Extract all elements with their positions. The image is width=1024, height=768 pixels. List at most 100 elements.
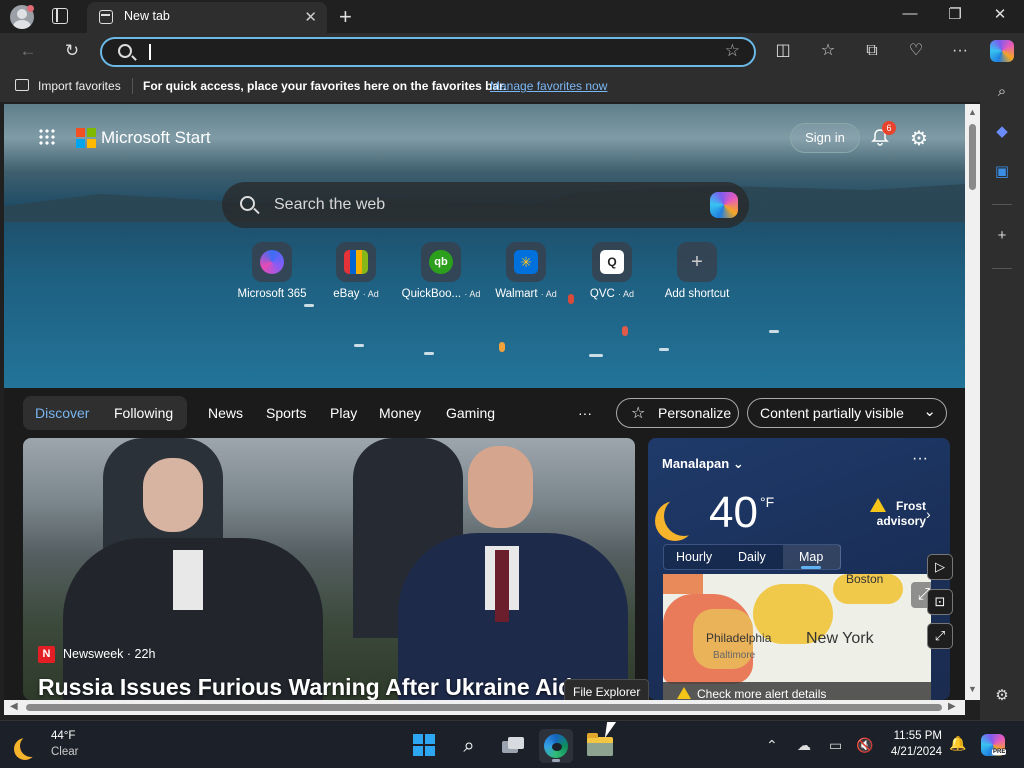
favorite-star-icon[interactable]: ☆ bbox=[725, 41, 740, 61]
tab-daily[interactable]: Daily bbox=[738, 550, 766, 564]
tab-discover[interactable]: Discover bbox=[35, 405, 89, 421]
outlook-icon[interactable]: ▣ bbox=[992, 162, 1012, 182]
sign-in-button[interactable]: Sign in bbox=[790, 123, 860, 153]
search-icon[interactable]: ⌕ bbox=[452, 729, 486, 763]
shortcut-plus[interactable]: + Add shortcut bbox=[652, 242, 742, 300]
edge-sidebar: ⌕ ◆ ▣ + ⚙ bbox=[980, 70, 1024, 720]
manage-favorites-link[interactable]: Manage favorites now bbox=[490, 79, 607, 93]
shortcut-tile bbox=[336, 242, 376, 282]
tab-money[interactable]: Money bbox=[379, 405, 421, 421]
weather-card[interactable]: Manalapan ⌄ ··· 40 °F Frost advisory › H… bbox=[648, 438, 950, 700]
weather-map[interactable]: Boston Philadelphia Baltimore New York ⤢… bbox=[663, 574, 931, 700]
boat bbox=[769, 330, 779, 333]
taskbar-condition[interactable]: Clear bbox=[51, 746, 78, 758]
more-options-icon[interactable]: ··· bbox=[578, 405, 592, 421]
refresh-icon[interactable]: ↻ bbox=[61, 40, 83, 62]
navigation-bar: ← ↻ ☆ ◫ ☆ ⧉ ♡ ··· bbox=[0, 33, 1024, 70]
favorites-icon[interactable]: ☆ bbox=[817, 40, 839, 62]
split-screen-icon[interactable]: ◫ bbox=[772, 40, 794, 62]
play-icon[interactable]: ▷ bbox=[927, 554, 953, 580]
address-bar[interactable]: ☆ bbox=[100, 37, 756, 67]
news-card[interactable]: N Newsweek · 22h Russia Issues Furious W… bbox=[23, 438, 635, 700]
task-view-icon[interactable] bbox=[496, 729, 530, 763]
tab-news[interactable]: News bbox=[208, 405, 243, 421]
taskbar: 44°F Clear ⌕ ⌃ ☁ ▭ 🔇 11:55 PM 4/21/2024 … bbox=[0, 720, 1024, 768]
content-visibility-dropdown[interactable]: Content partially visible ⌄ bbox=[747, 398, 947, 428]
fullscreen-icon[interactable]: ⤢ bbox=[927, 623, 953, 649]
taskbar-temperature[interactable]: 44°F bbox=[51, 730, 75, 742]
copilot-icon[interactable] bbox=[710, 192, 738, 218]
add-icon[interactable]: + bbox=[992, 226, 1012, 246]
gear-icon[interactable]: ⚙ bbox=[910, 126, 928, 151]
copilot-icon[interactable] bbox=[990, 40, 1014, 62]
tab-title: New tab bbox=[124, 9, 170, 23]
new-tab-button[interactable]: + bbox=[339, 4, 352, 30]
collections-icon[interactable]: ⧉ bbox=[861, 40, 883, 62]
edge-taskbar-button[interactable] bbox=[539, 729, 573, 763]
settings-more-icon[interactable]: ··· bbox=[949, 40, 971, 62]
shortcut-walmart[interactable]: ✳ Walmart · Ad bbox=[481, 242, 571, 300]
brand-title[interactable]: Microsoft Start bbox=[101, 128, 211, 148]
scroll-up-icon[interactable]: ▲ bbox=[968, 107, 977, 117]
onedrive-cloud-icon[interactable]: ☁ bbox=[797, 737, 811, 754]
web-search-input[interactable] bbox=[274, 194, 674, 216]
tab-actions-icon[interactable] bbox=[52, 8, 68, 24]
windows-start-icon[interactable] bbox=[413, 734, 435, 756]
scroll-down-icon[interactable]: ▼ bbox=[968, 684, 977, 694]
news-image-figure bbox=[173, 550, 203, 610]
tab-sports[interactable]: Sports bbox=[266, 405, 306, 421]
alert-details-bar[interactable]: Check more alert details bbox=[663, 682, 931, 700]
map-layers-icon[interactable]: ⊡ bbox=[927, 589, 953, 615]
scrollbar-thumb[interactable] bbox=[969, 124, 976, 190]
chevron-up-icon[interactable]: ⌃ bbox=[766, 737, 778, 754]
tab-new-tab[interactable]: New tab ✕ bbox=[87, 2, 327, 33]
clock-time[interactable]: 11:55 PM bbox=[888, 730, 942, 742]
shortcut-label: Add shortcut bbox=[652, 288, 742, 300]
shortcut-microsoft-365[interactable]: Microsoft 365 bbox=[227, 242, 317, 300]
personalize-button[interactable]: ☆ Personalize bbox=[616, 398, 739, 428]
web-search-box[interactable] bbox=[222, 182, 749, 228]
shortcut-ebay[interactable]: eBay · Ad bbox=[311, 242, 401, 300]
app-launcher-icon[interactable] bbox=[38, 128, 56, 146]
walmart-icon: ✳ bbox=[514, 250, 538, 274]
news-image-figure bbox=[495, 550, 509, 622]
address-input[interactable] bbox=[148, 41, 708, 63]
weather-moon-icon[interactable] bbox=[20, 735, 42, 757]
restore-button[interactable]: ❐ bbox=[943, 5, 967, 27]
back-arrow-icon[interactable]: ← bbox=[17, 40, 39, 62]
speaker-muted-icon[interactable]: 🔇 bbox=[856, 737, 873, 754]
scrollbar-thumb[interactable] bbox=[26, 704, 942, 711]
more-options-icon[interactable]: ··· bbox=[912, 450, 928, 468]
shortcut-qvc[interactable]: Q QVC · Ad bbox=[567, 242, 657, 300]
shortcut-quickbooks[interactable]: qb QuickBoo... · Ad bbox=[396, 242, 486, 300]
network-icon[interactable]: ▭ bbox=[829, 737, 842, 754]
close-tab-icon[interactable]: ✕ bbox=[304, 8, 317, 26]
notification-bell-icon[interactable]: 🔔 bbox=[949, 735, 966, 752]
close-window-button[interactable]: ✕ bbox=[988, 5, 1012, 27]
ad-label: · Ad bbox=[618, 289, 635, 299]
tab-gaming[interactable]: Gaming bbox=[446, 405, 495, 421]
copilot-sidebar-icon[interactable]: ◆ bbox=[992, 122, 1012, 142]
search-icon[interactable]: ⌕ bbox=[992, 82, 1012, 102]
weather-alert[interactable]: Frost advisory bbox=[872, 499, 926, 529]
scroll-left-icon[interactable]: ◀ bbox=[10, 701, 18, 712]
minimize-button[interactable]: — bbox=[898, 5, 922, 27]
tab-map[interactable]: Map bbox=[799, 550, 823, 564]
vertical-scrollbar[interactable]: ▲ ▼ bbox=[965, 104, 980, 700]
tab-play[interactable]: Play bbox=[330, 405, 357, 421]
browser-essentials-icon[interactable]: ♡ bbox=[905, 40, 927, 62]
preview-badge: PRE bbox=[992, 749, 1007, 755]
weather-location[interactable]: Manalapan ⌄ bbox=[662, 456, 744, 472]
scroll-right-icon[interactable]: ▶ bbox=[948, 701, 956, 712]
plus-icon: + bbox=[691, 251, 703, 273]
title-bar: New tab ✕ + — ❐ ✕ bbox=[0, 0, 1024, 33]
gear-icon[interactable]: ⚙ bbox=[992, 686, 1012, 706]
clock-date[interactable]: 4/21/2024 bbox=[880, 746, 942, 758]
tab-following[interactable]: Following bbox=[114, 405, 173, 421]
import-favorites-button[interactable]: Import favorites bbox=[38, 79, 121, 93]
horizontal-scrollbar[interactable]: ◀ ▶ bbox=[4, 700, 965, 715]
tab-hourly[interactable]: Hourly bbox=[676, 550, 712, 564]
chevron-right-icon[interactable]: › bbox=[926, 506, 931, 522]
news-headline[interactable]: Russia Issues Furious Warning After Ukra… bbox=[38, 674, 572, 700]
shortcut-tile: Q bbox=[592, 242, 632, 282]
